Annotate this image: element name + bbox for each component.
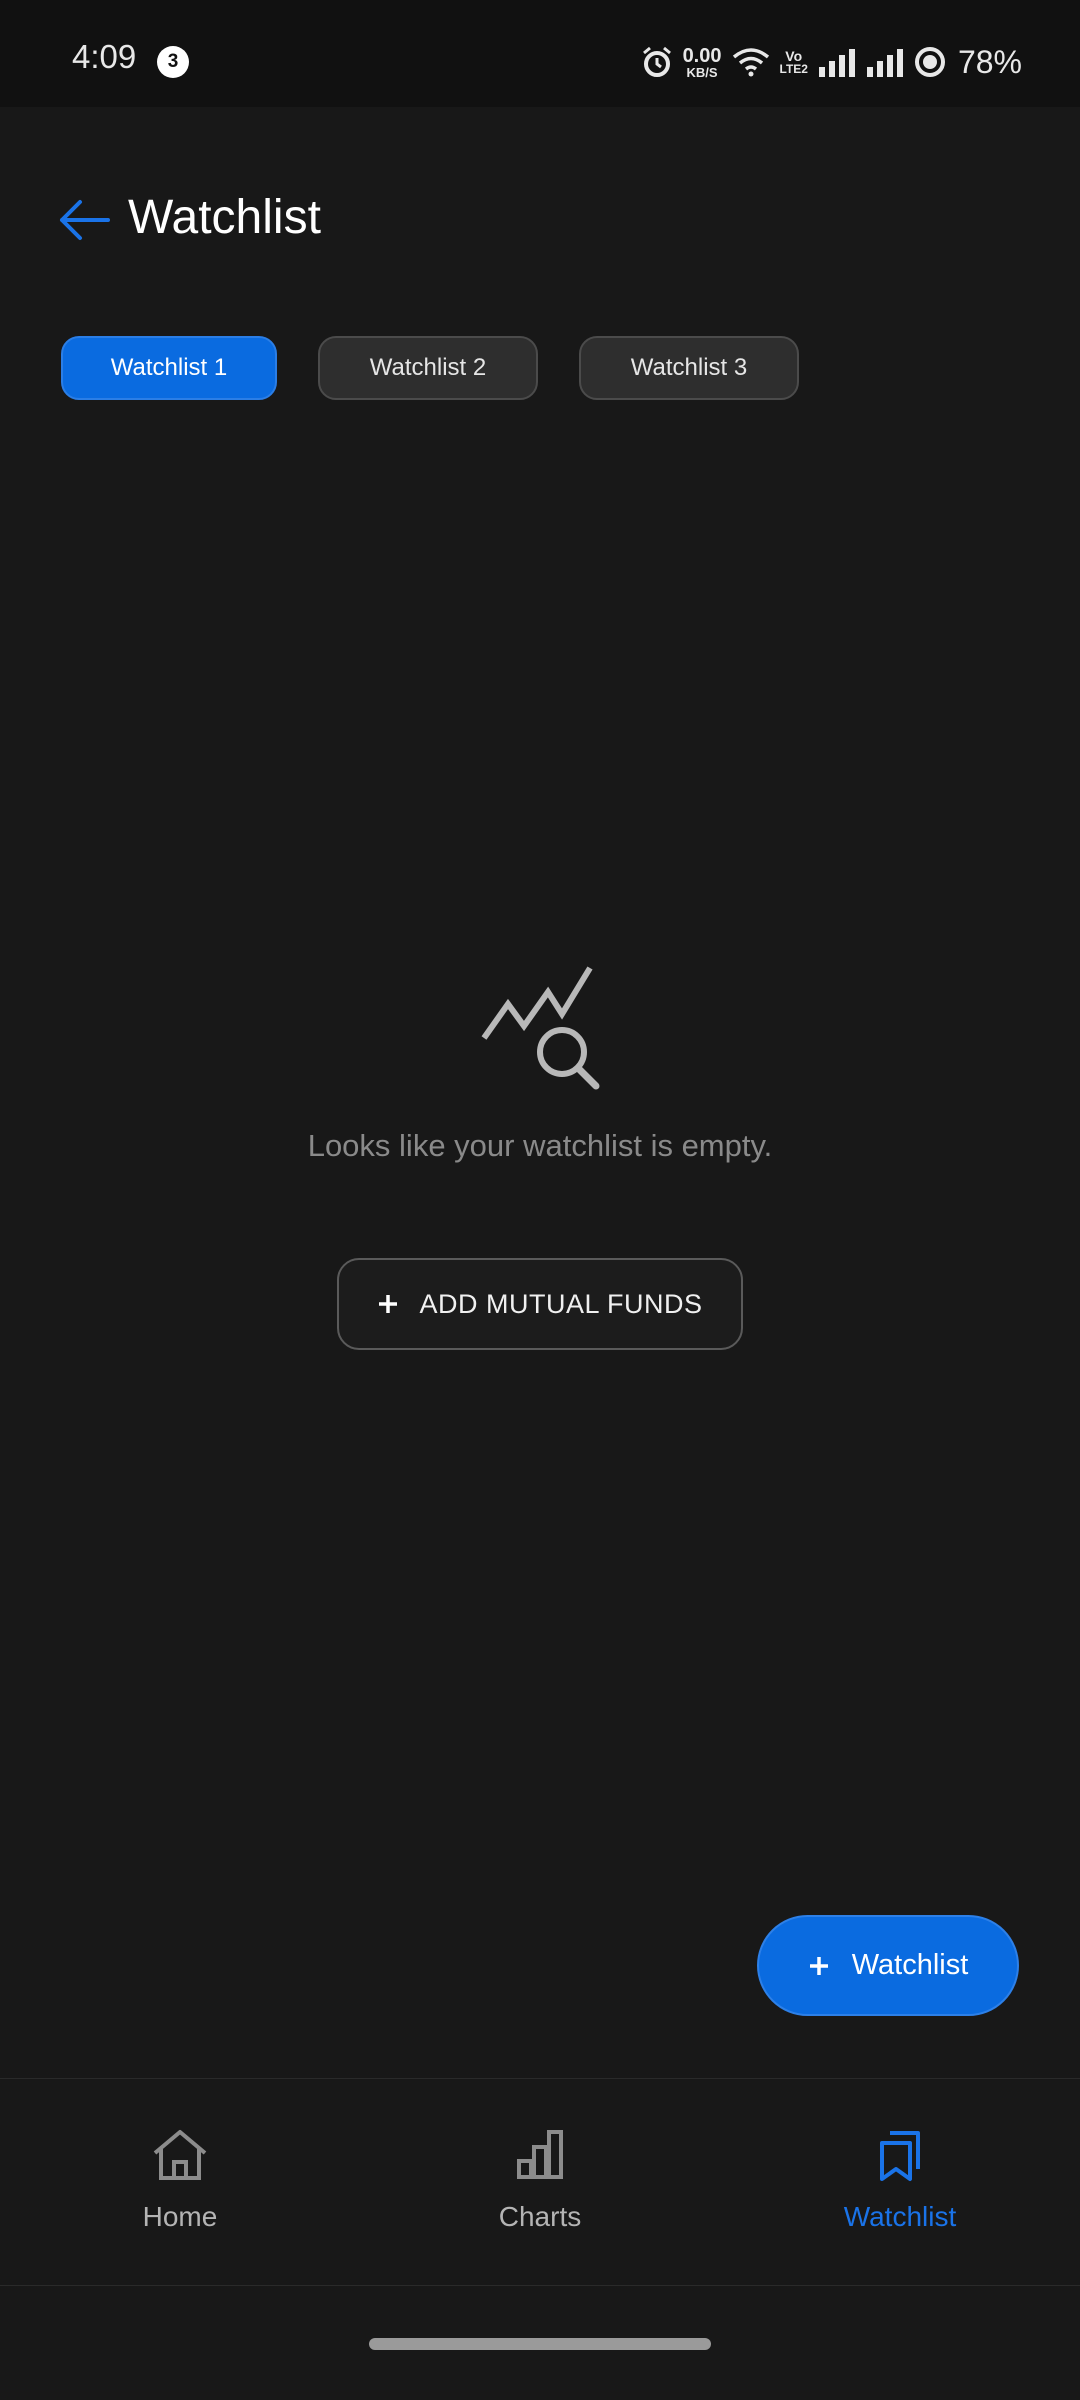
home-icon xyxy=(153,2130,207,2180)
battery-icon xyxy=(914,47,945,77)
nav-item-watchlist[interactable]: Watchlist xyxy=(720,2079,1080,2287)
net-speed-value: 0.00 xyxy=(682,44,722,67)
add-mutual-funds-label: ADD MUTUAL FUNDS xyxy=(419,1288,703,1319)
empty-watchlist-message: Looks like your watchlist is empty. xyxy=(307,1128,773,1163)
bar-chart-icon xyxy=(517,2130,563,2179)
notification-count-badge: 3 xyxy=(157,46,189,78)
status-bar: 4:09 3 0.00 KB/S Vo LTE2 78% xyxy=(0,0,1080,107)
page-title: Watchlist xyxy=(128,191,321,244)
chart-search-icon xyxy=(481,966,600,1090)
watchlist-screen: 4:09 3 0.00 KB/S Vo LTE2 78% Watchlist W… xyxy=(0,0,1080,2400)
net-speed: 0.00 KB/S xyxy=(683,46,722,79)
volte-top: Vo xyxy=(785,48,803,64)
add-watchlist-fab[interactable]: Watchlist xyxy=(757,1915,1019,2016)
signal-icon xyxy=(818,49,855,77)
tab-watchlist-1[interactable]: Watchlist 1 xyxy=(61,336,277,400)
add-watchlist-label: Watchlist xyxy=(851,1949,969,1981)
home-indicator[interactable] xyxy=(369,2338,711,2350)
arrow-left-icon xyxy=(60,200,110,240)
tab-watchlist-3[interactable]: Watchlist 3 xyxy=(579,336,799,400)
nav-label-watchlist: Watchlist xyxy=(843,2201,957,2232)
plus-icon xyxy=(379,1295,398,1313)
bookmark-icon xyxy=(880,2131,920,2181)
status-time: 4:09 xyxy=(72,38,137,75)
wifi-icon xyxy=(732,48,769,77)
volte-bottom: LTE2 xyxy=(779,62,808,76)
net-speed-unit: KB/S xyxy=(686,64,718,80)
volte-indicator: Vo LTE2 xyxy=(780,49,808,75)
add-mutual-funds-button[interactable]: ADD MUTUAL FUNDS xyxy=(337,1258,743,1350)
tab-watchlist-2[interactable]: Watchlist 2 xyxy=(318,336,538,400)
back-button[interactable] xyxy=(56,196,112,244)
status-icons: 0.00 KB/S Vo LTE2 78% xyxy=(641,40,1022,84)
nav-item-charts[interactable]: Charts xyxy=(360,2079,720,2287)
signal-icon xyxy=(866,49,903,77)
alarm-icon xyxy=(642,46,671,77)
battery-percentage: 78% xyxy=(957,43,1022,80)
nav-label-home: Home xyxy=(142,2201,218,2232)
plus-icon xyxy=(809,1956,828,1975)
nav-label-charts: Charts xyxy=(498,2201,582,2232)
bottom-navigation: Home Charts Watchlist xyxy=(0,2078,1080,2286)
nav-item-home[interactable]: Home xyxy=(0,2079,360,2287)
